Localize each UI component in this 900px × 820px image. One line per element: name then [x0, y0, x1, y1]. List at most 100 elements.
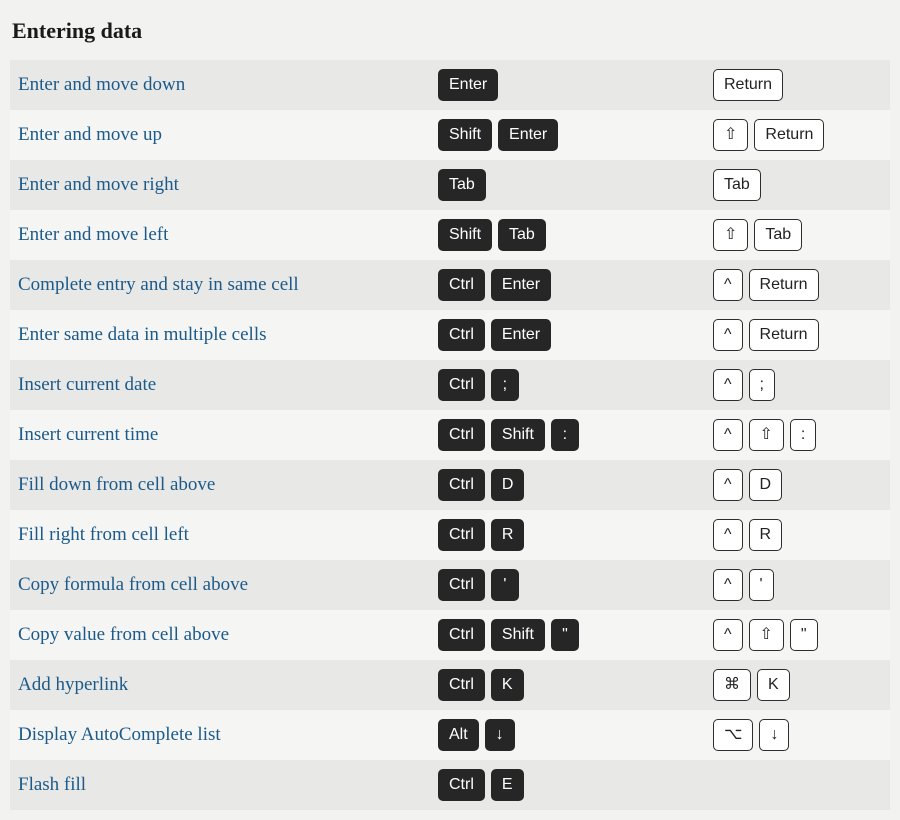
mac-keys-cell: ^D	[713, 469, 882, 501]
shortcut-row: Copy formula from cell above Ctrl'^'	[10, 560, 890, 610]
mac-keys-cell: Return	[713, 69, 882, 101]
key-windows: Shift	[438, 219, 492, 251]
shortcut-action-link[interactable]: Flash fill	[18, 774, 86, 795]
key-windows: K	[491, 669, 524, 701]
key-windows: Ctrl	[438, 769, 485, 801]
key-windows: E	[491, 769, 524, 801]
key-windows: Shift	[491, 619, 545, 651]
key-mac: Return	[749, 319, 819, 351]
mac-keys-cell: ^'	[713, 569, 882, 601]
key-mac: ⌥	[713, 719, 753, 751]
action-cell: Fill down from cell above	[18, 474, 438, 496]
key-mac: ⇧	[749, 419, 784, 451]
shortcut-row: Insert current dateCtrl;^;	[10, 360, 890, 410]
mac-keys-cell: ⌘K	[713, 669, 882, 701]
action-cell: Enter and move down	[18, 74, 438, 96]
key-windows: D	[491, 469, 525, 501]
shortcut-row: Enter and move left ShiftTab⇧Tab	[10, 210, 890, 260]
key-mac: ^	[713, 569, 743, 601]
shortcut-table: Entering data Enter and move down Enter Re…	[0, 0, 900, 820]
key-windows: ;	[491, 369, 519, 401]
shortcut-action-link[interactable]: Enter same data in multiple cells	[18, 324, 267, 345]
action-cell: Insert current date	[18, 374, 438, 396]
key-mac: ;	[749, 369, 775, 401]
windows-keys-cell: CtrlE	[438, 769, 713, 801]
shortcut-row: Complete entry and stay in same cellCtrl…	[10, 260, 890, 310]
windows-keys-cell: ShiftTab	[438, 219, 713, 251]
shortcut-action-link[interactable]: Enter and move left	[18, 224, 168, 245]
shortcut-action-link[interactable]: Enter and move up	[18, 124, 162, 145]
key-windows: Enter	[491, 269, 551, 301]
shortcut-action-link[interactable]: Fill down from cell above	[18, 474, 215, 495]
shortcut-action-link[interactable]: Enter and move down	[18, 74, 185, 95]
shortcut-row: Enter and move upShiftEnter⇧Return	[10, 110, 890, 160]
key-mac: ^	[713, 319, 743, 351]
windows-keys-cell: Tab	[438, 169, 713, 201]
key-windows: Ctrl	[438, 419, 485, 451]
windows-keys-cell: ShiftEnter	[438, 119, 713, 151]
action-cell: Enter and move left	[18, 224, 438, 246]
key-windows: Alt	[438, 719, 479, 751]
mac-keys-cell: ^⇧"	[713, 619, 882, 651]
key-windows: Shift	[491, 419, 545, 451]
windows-keys-cell: CtrlShift"	[438, 619, 713, 651]
shortcut-row: Enter and move right TabTab	[10, 160, 890, 210]
mac-keys-cell: ^;	[713, 369, 882, 401]
key-windows: :	[551, 419, 579, 451]
key-mac: D	[749, 469, 783, 501]
key-windows: Ctrl	[438, 369, 485, 401]
shortcut-row: Display AutoComplete listAlt↓⌥↓	[10, 710, 890, 760]
shortcut-action-link[interactable]: Fill right from cell left	[18, 524, 189, 545]
key-mac: Tab	[713, 169, 761, 201]
key-mac: ^	[713, 369, 743, 401]
shortcut-row: Enter and move down Enter Return	[10, 60, 890, 110]
shortcut-action-link[interactable]: Copy formula from cell above	[18, 574, 248, 595]
mac-keys-cell: ⇧Tab	[713, 219, 882, 251]
key-mac: "	[790, 619, 818, 651]
windows-keys-cell: Alt↓	[438, 719, 713, 751]
shortcut-action-link[interactable]: Enter and move right	[18, 174, 179, 195]
key-windows: Enter	[498, 119, 558, 151]
shortcut-row: Fill right from cell leftCtrlR^R	[10, 510, 890, 560]
key-windows: Enter	[491, 319, 551, 351]
key-mac: ⇧	[749, 619, 784, 651]
windows-keys-cell: Ctrl'	[438, 569, 713, 601]
key-mac: R	[749, 519, 783, 551]
action-cell: Enter and move up	[18, 124, 438, 146]
key-windows: Ctrl	[438, 669, 485, 701]
mac-keys-cell: ^Return	[713, 319, 882, 351]
shortcut-row: Add hyperlink CtrlK ⌘K	[10, 660, 890, 710]
shortcut-row: Fill down from cell above CtrlD^D	[10, 460, 890, 510]
key-mac: ^	[713, 519, 743, 551]
key-mac: ↓	[759, 719, 789, 751]
windows-keys-cell: Ctrl;	[438, 369, 713, 401]
shortcut-rows: Enter and move downEnterReturnEnter and …	[10, 60, 890, 810]
shortcut-action-link[interactable]: Complete entry and stay in same cell	[18, 274, 299, 295]
key-windows: Ctrl	[438, 519, 485, 551]
shortcut-action-link[interactable]: Insert current date	[18, 374, 156, 395]
windows-keys-cell: CtrlShift:	[438, 419, 713, 451]
shortcut-action-link[interactable]: Display AutoComplete list	[18, 724, 221, 745]
shortcut-row: Enter same data in multiple cellsCtrlEnt…	[10, 310, 890, 360]
shortcut-action-link[interactable]: Add hyperlink	[18, 674, 128, 695]
key-windows: R	[491, 519, 525, 551]
key-mac: '	[749, 569, 774, 601]
action-cell: Complete entry and stay in same cell	[18, 274, 438, 296]
mac-keys-cell: ⌥↓	[713, 719, 882, 751]
mac-keys-cell: ^Return	[713, 269, 882, 301]
key-mac: ⇧	[713, 219, 748, 251]
key-windows: Enter	[438, 69, 498, 101]
shortcut-row: Flash fill CtrlE	[10, 760, 890, 810]
key-mac: ^	[713, 619, 743, 651]
key-mac: :	[790, 419, 816, 451]
key-mac: Return	[754, 119, 824, 151]
key-windows: Ctrl	[438, 619, 485, 651]
windows-keys-cell: CtrlD	[438, 469, 713, 501]
mac-keys-cell: Tab	[713, 169, 882, 201]
key-mac: Return	[713, 69, 783, 101]
section-title: Entering data	[12, 18, 890, 44]
action-cell: Enter and move right	[18, 174, 438, 196]
mac-keys-cell: ^⇧:	[713, 419, 882, 451]
shortcut-action-link[interactable]: Copy value from cell above	[18, 624, 229, 645]
shortcut-action-link[interactable]: Insert current time	[18, 424, 158, 445]
